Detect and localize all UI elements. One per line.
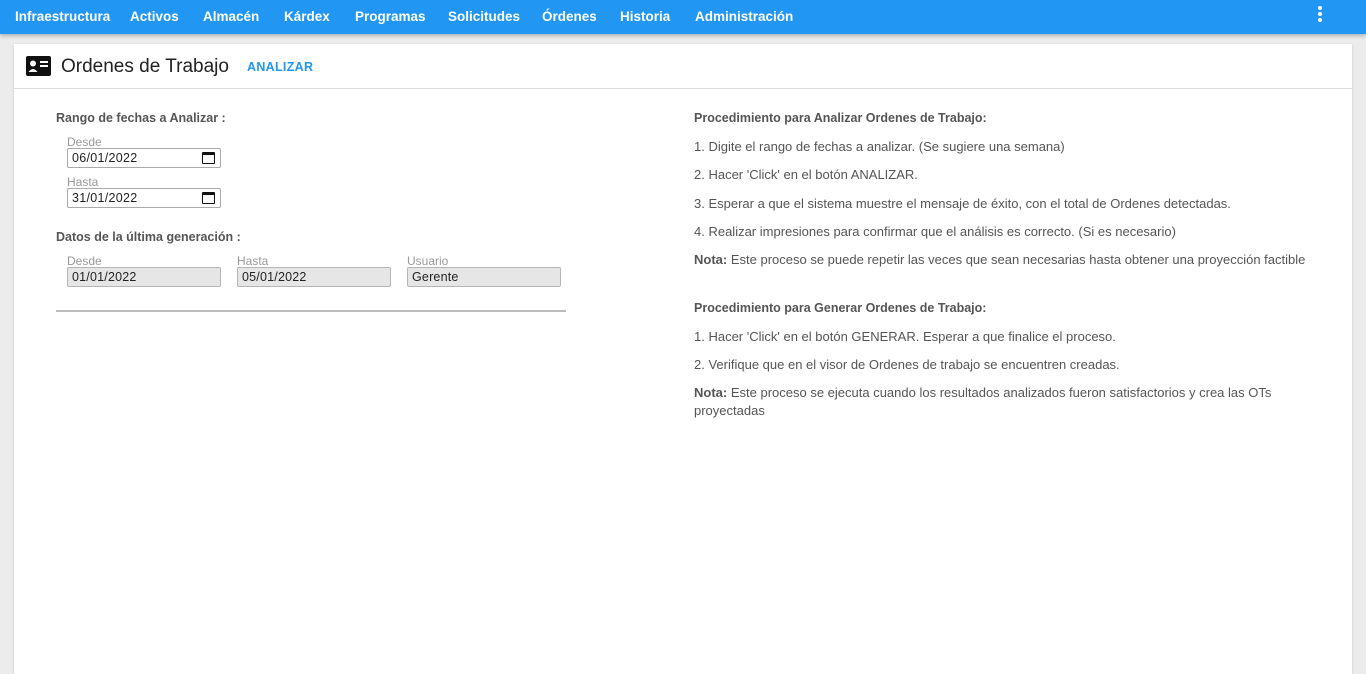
generate-step: 1. Hacer 'Click' en el botón GENERAR. Es…	[694, 329, 1116, 344]
analyze-note-text: Este proceso se puede repetir las veces …	[730, 252, 1306, 267]
nav-item-programas[interactable]: Programas	[355, 9, 426, 24]
range-from-date-input[interactable]: 06/01/2022	[67, 148, 221, 168]
section-divider	[56, 310, 566, 312]
nav-item-activos[interactable]: Activos	[130, 9, 179, 24]
analyze-note: Nota: Este proceso se puede repetir las …	[694, 251, 1314, 269]
analyze-button[interactable]: ANALIZAR	[247, 60, 313, 74]
generate-note: Nota: Este proceso se ejecuta cuando los…	[694, 384, 1314, 420]
nav-item-solicitudes[interactable]: Solicitudes	[448, 9, 520, 24]
nav-item-administracion[interactable]: Administración	[695, 9, 793, 24]
id-card-icon	[26, 56, 51, 76]
range-to-label: Hasta	[67, 175, 99, 189]
main-card: Ordenes de Trabajo ANALIZAR Rango de fec…	[14, 44, 1352, 674]
generate-note-label: Nota:	[694, 385, 728, 400]
range-from-value: 06/01/2022	[72, 151, 138, 165]
last-gen-user-field: Gerente	[407, 267, 561, 287]
generate-note-text: Este proceso se ejecuta cuando los resul…	[694, 385, 1272, 418]
analyze-step: 4. Realizar impresiones para confirmar q…	[694, 224, 1176, 239]
last-generation-section-label: Datos de la última generación :	[56, 230, 241, 244]
last-gen-user-label: Usuario	[407, 254, 449, 268]
page-title: Ordenes de Trabajo	[61, 56, 229, 77]
range-to-date-input[interactable]: 31/01/2022	[67, 188, 221, 208]
top-navbar: Infraestructura Activos Almacén Kárdex P…	[0, 0, 1366, 34]
more-vertical-icon[interactable]	[1314, 4, 1326, 24]
analyze-step: 3. Esperar a que el sistema muestre el m…	[694, 196, 1231, 211]
nav-item-infraestructura[interactable]: Infraestructura	[15, 9, 110, 24]
analyze-note-label: Nota:	[694, 252, 728, 267]
range-from-label: Desde	[67, 135, 102, 149]
card-header: Ordenes de Trabajo ANALIZAR	[14, 44, 1352, 89]
range-section-label: Rango de fechas a Analizar :	[56, 111, 226, 125]
last-gen-from-field: 01/01/2022	[67, 267, 221, 287]
analyze-procedure-title: Procedimiento para Analizar Ordenes de T…	[694, 111, 987, 125]
analyze-step: 1. Digite el rango de fechas a analizar.…	[694, 139, 1065, 154]
generate-procedure-title: Procedimiento para Generar Ordenes de Tr…	[694, 301, 987, 315]
nav-item-historia[interactable]: Historia	[620, 9, 670, 24]
nav-item-ordenes[interactable]: Órdenes	[542, 9, 597, 24]
nav-item-almacen[interactable]: Almacén	[203, 9, 259, 24]
nav-item-kardex[interactable]: Kárdex	[284, 9, 330, 24]
calendar-icon[interactable]	[202, 192, 215, 204]
range-to-value: 31/01/2022	[72, 191, 138, 205]
generate-step: 2. Verifique que en el visor de Ordenes …	[694, 357, 1120, 372]
last-gen-from-label: Desde	[67, 254, 102, 268]
last-gen-to-label: Hasta	[237, 254, 269, 268]
last-gen-to-field: 05/01/2022	[237, 267, 391, 287]
calendar-icon[interactable]	[202, 152, 215, 164]
analyze-step: 2. Hacer 'Click' en el botón ANALIZAR.	[694, 167, 918, 182]
